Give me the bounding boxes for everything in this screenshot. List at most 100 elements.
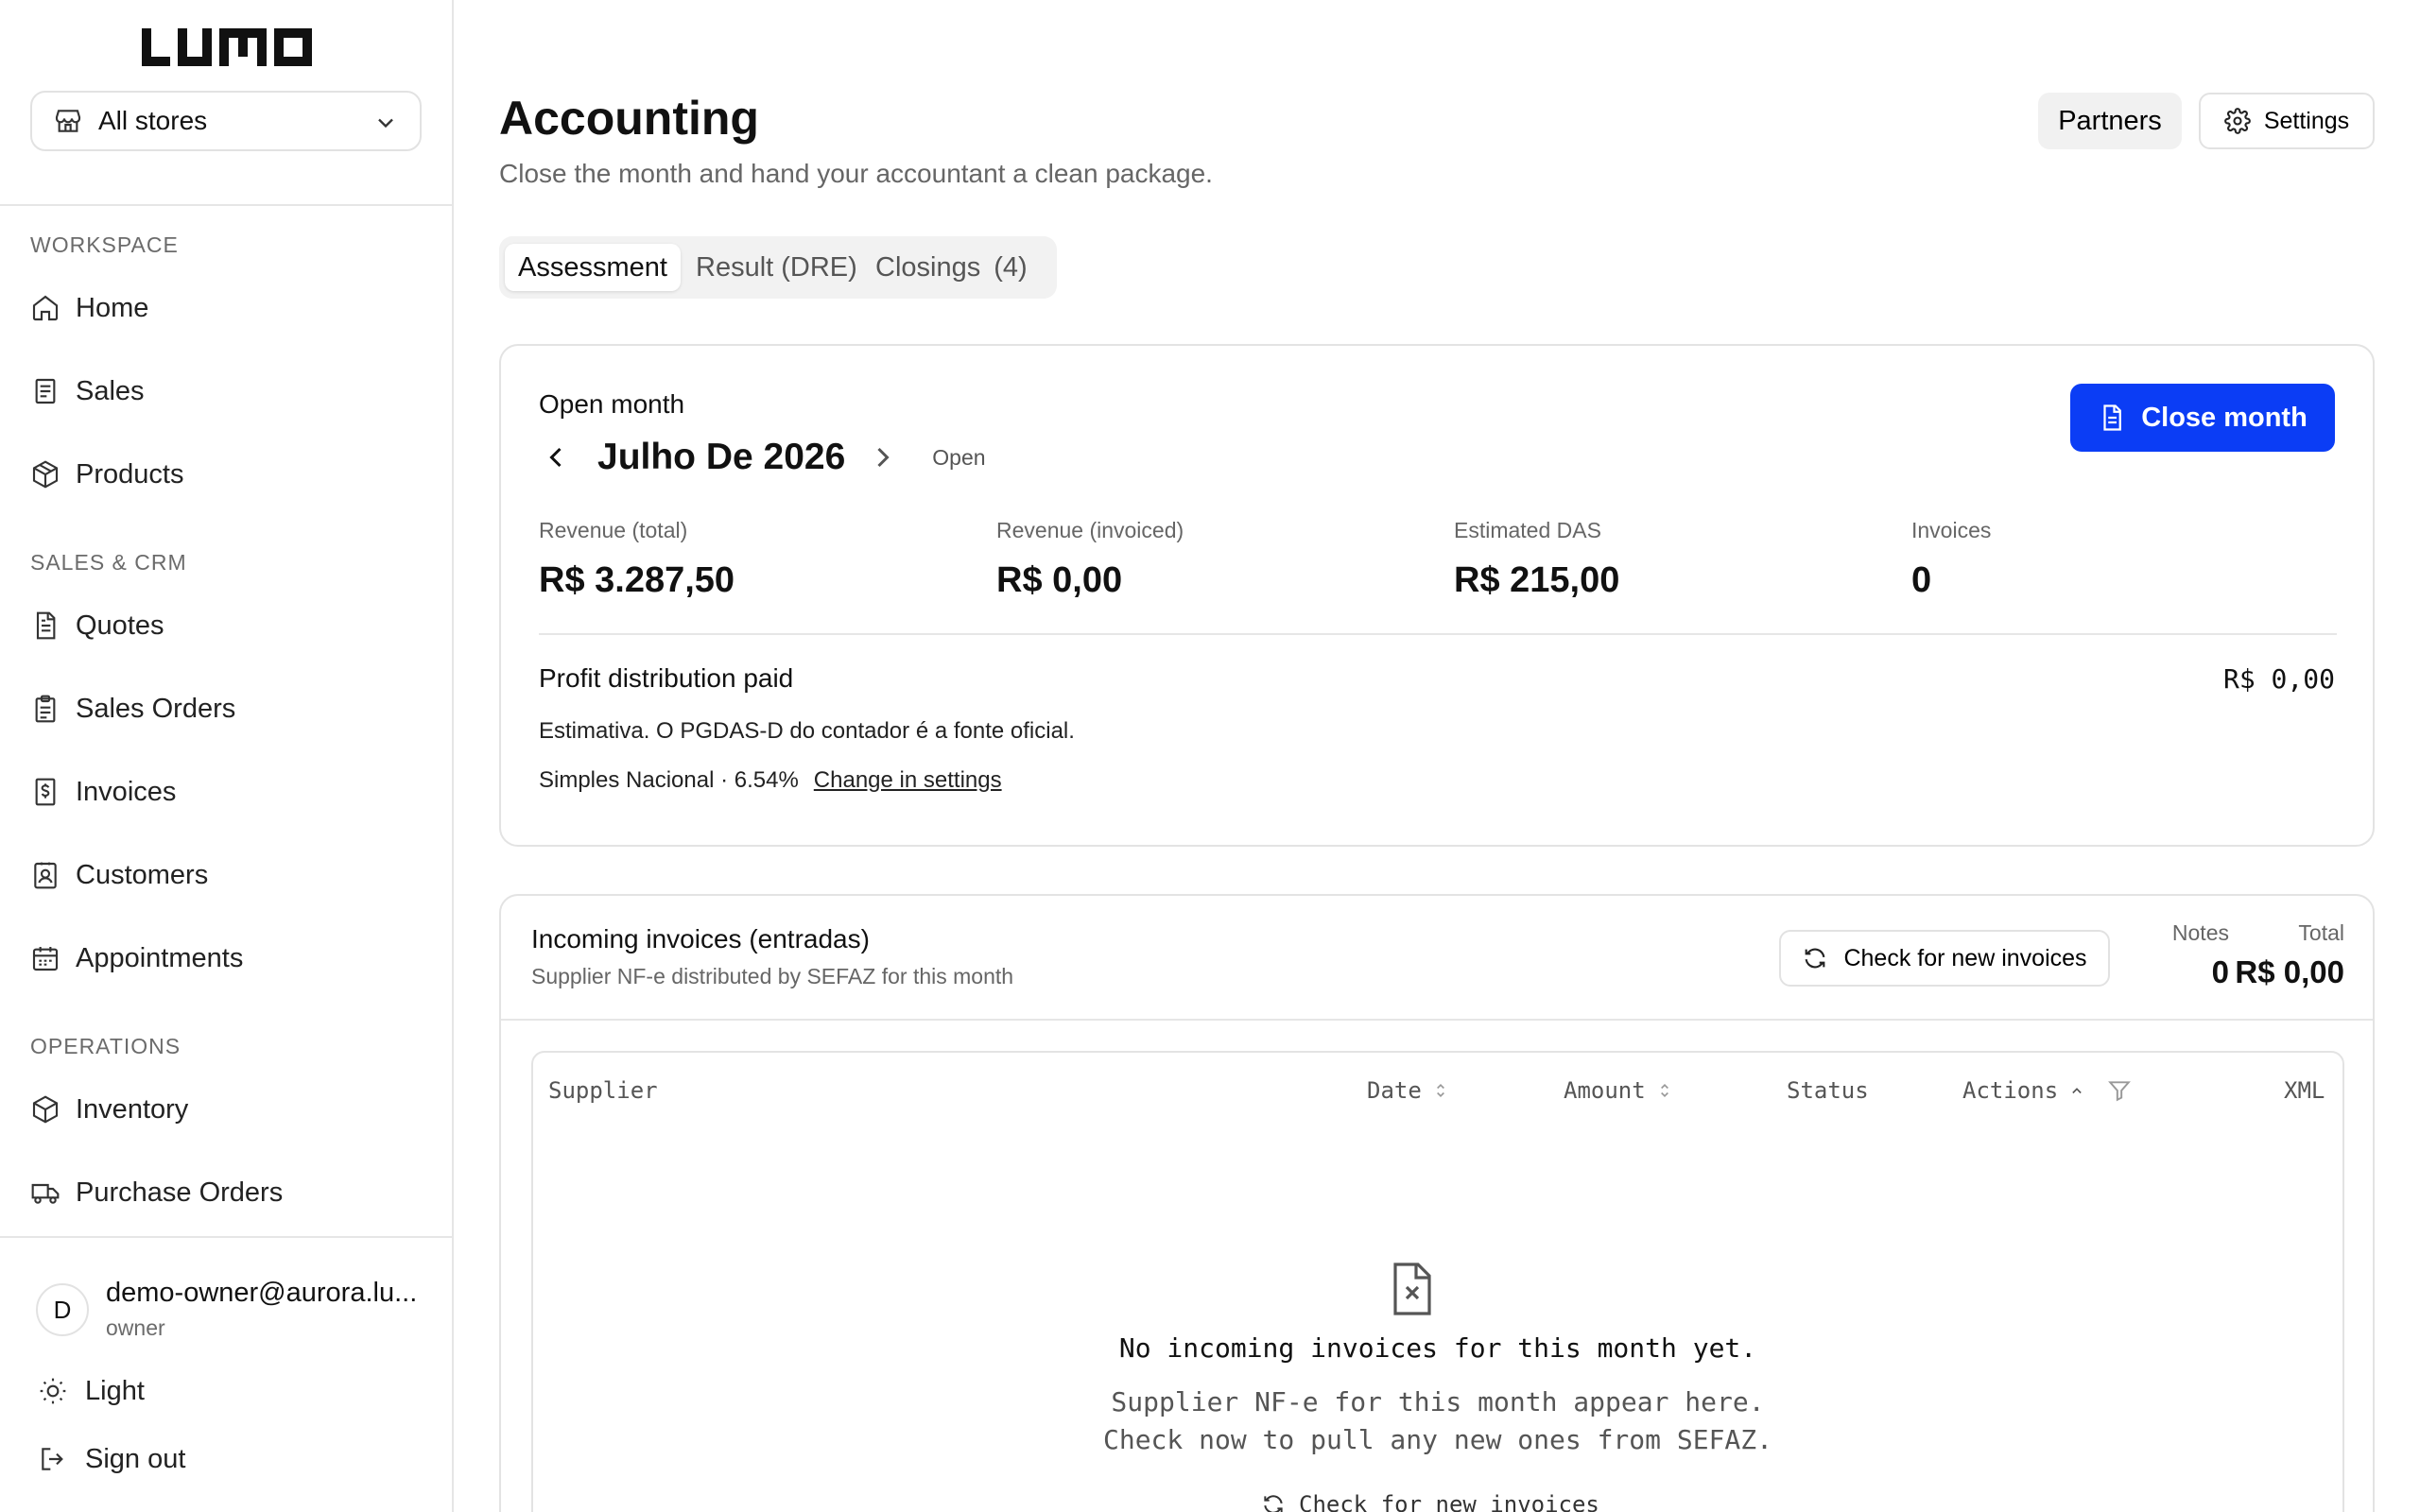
chevron-right-icon[interactable]: [866, 440, 900, 474]
partners-button[interactable]: Partners: [2038, 93, 2182, 149]
section-label-operations: OPERATIONS: [30, 1034, 182, 1058]
empty-state-title: No incoming invoices for this month yet.: [1118, 1332, 1757, 1364]
settings-button[interactable]: Settings: [2199, 93, 2375, 149]
close-month-label: Close month: [2141, 402, 2308, 433]
sidebar: All stores WORKSPACE Home Sales Products…: [0, 0, 454, 1512]
tab-closings-label: Closings: [875, 251, 981, 283]
theme-label: Light: [85, 1375, 145, 1406]
column-header-actions[interactable]: Actions: [1962, 1077, 2132, 1104]
metric-value: R$ 3.287,50: [539, 560, 735, 600]
column-label: Actions: [1962, 1077, 2059, 1104]
document-icon: [2103, 404, 2122, 431]
chevron-down-icon: [378, 118, 393, 129]
truck-icon: [31, 1183, 60, 1204]
sidebar-item-products[interactable]: Products: [30, 448, 418, 501]
sign-out-icon: [42, 1448, 63, 1470]
divider: [501, 1019, 2373, 1021]
refresh-icon: [1264, 1495, 1283, 1512]
sidebar-item-inventory[interactable]: Inventory: [30, 1083, 418, 1136]
metric-revenue-total: Revenue (total) R$ 3.287,50: [539, 518, 735, 601]
store-selector[interactable]: All stores: [30, 91, 422, 151]
column-header-amount[interactable]: Amount: [1564, 1077, 1674, 1104]
receipt-icon: [35, 378, 56, 404]
column-header-supplier[interactable]: Supplier: [548, 1077, 658, 1104]
user-profile[interactable]: D demo-owner@aurora.lu... owner: [36, 1278, 433, 1346]
settings-label: Settings: [2263, 107, 2350, 134]
tab-closings[interactable]: Closings (4): [875, 244, 1028, 291]
page-subtitle: Close the month and hand your accountant…: [499, 159, 1213, 188]
tab-assessment[interactable]: Assessment: [505, 244, 681, 291]
sign-out-button[interactable]: Sign out: [38, 1436, 185, 1482]
column-label: Amount: [1564, 1077, 1646, 1104]
empty-state-description: Supplier NF-e for this month appear here…: [533, 1383, 2342, 1459]
change-in-settings-link[interactable]: Change in settings: [814, 767, 1002, 794]
sidebar-item-appointments[interactable]: Appointments: [30, 932, 418, 985]
close-month-button[interactable]: Close month: [2070, 384, 2335, 452]
lumo-logo[interactable]: [140, 25, 314, 70]
sidebar-item-sales[interactable]: Sales: [30, 365, 418, 418]
box-icon: [32, 1095, 59, 1124]
user-email: demo-owner@aurora.lu...: [106, 1278, 418, 1308]
check-new-invoices-label: Check for new invoices: [1843, 944, 2087, 971]
notes-label: Notes: [2171, 920, 2229, 945]
metric-revenue-invoiced: Revenue (invoiced) R$ 0,00: [996, 518, 1184, 601]
metric-value: R$ 215,00: [1454, 560, 1620, 600]
sidebar-item-purchase-orders[interactable]: Purchase Orders: [30, 1166, 418, 1219]
section-label-workspace: WORKSPACE: [30, 232, 179, 257]
column-label: Supplier: [548, 1077, 658, 1104]
contact-icon: [34, 862, 57, 889]
tab-result-dre[interactable]: Result (DRE): [696, 244, 857, 291]
chevron-left-icon[interactable]: [539, 440, 573, 474]
theme-toggle[interactable]: Light: [38, 1368, 145, 1414]
tab-closings-count: (4): [994, 251, 1028, 283]
sidebar-item-customers[interactable]: Customers: [30, 849, 418, 902]
total-value: R$ 0,00: [2235, 954, 2344, 989]
column-label: XML: [2284, 1077, 2325, 1104]
filter-icon[interactable]: [2107, 1078, 2132, 1103]
metric-invoices: Invoices 0: [1911, 518, 1991, 601]
sidebar-divider: [0, 1236, 452, 1238]
total-label: Total: [2298, 920, 2344, 945]
home-icon: [32, 295, 59, 321]
sidebar-item-home[interactable]: Home: [30, 282, 418, 335]
incoming-invoices-title: Incoming invoices (entradas): [531, 924, 870, 954]
month-navigator: Julho De 2026 Open: [539, 433, 986, 482]
sidebar-item-quotes[interactable]: Quotes: [30, 599, 418, 652]
estimate-note: Estimativa. O PGDAS-D do contador é a fo…: [539, 718, 1075, 744]
store-icon: [55, 110, 81, 132]
metric-value: R$ 0,00: [996, 560, 1123, 600]
sidebar-item-label: Purchase Orders: [76, 1177, 284, 1208]
user-role: owner: [106, 1315, 165, 1340]
column-header-status[interactable]: Status: [1787, 1077, 1869, 1104]
page-title: Accounting: [499, 92, 759, 145]
metric-label: Estimated DAS: [1454, 518, 1601, 542]
divider: [539, 633, 2337, 635]
sidebar-item-label: Invoices: [76, 776, 177, 807]
metric-estimated-das: Estimated DAS R$ 215,00: [1454, 518, 1619, 601]
tax-regime: Simples Nacional · 6.54% Change in setti…: [539, 767, 1002, 794]
empty-state-check-label: Check for new invoices: [1299, 1491, 1599, 1512]
check-new-invoices-button[interactable]: Check for new invoices: [1779, 930, 2110, 987]
section-label-sales-crm: SALES & CRM: [30, 550, 187, 575]
dollar-receipt-icon: [35, 778, 56, 806]
metric-value: 0: [1911, 560, 1932, 600]
incoming-invoices-card: Incoming invoices (entradas) Supplier NF…: [499, 894, 2375, 1512]
sidebar-item-label: Appointments: [76, 942, 244, 973]
current-month: Julho De 2026: [597, 437, 846, 477]
open-month-card: Open month Julho De 2026 Open Close mont…: [499, 344, 2375, 847]
box-icon: [32, 460, 59, 489]
sign-out-label: Sign out: [85, 1443, 186, 1474]
sidebar-item-label: Sales Orders: [76, 693, 236, 724]
sidebar-item-sales-orders[interactable]: Sales Orders: [30, 682, 418, 735]
tax-regime-text: Simples Nacional · 6.54%: [539, 767, 799, 793]
incoming-invoices-table: Supplier Date Amount Status Actions XML …: [531, 1051, 2344, 1512]
empty-state-check-button[interactable]: Check for new invoices: [1261, 1491, 1599, 1512]
profit-distribution-label: Profit distribution paid: [539, 663, 794, 693]
column-header-xml[interactable]: XML: [2284, 1077, 2325, 1104]
refresh-icon: [1806, 948, 1825, 969]
store-selector-value: All stores: [98, 106, 208, 135]
sidebar-item-label: Customers: [76, 859, 209, 890]
file-x-icon: [1393, 1263, 1431, 1315]
column-header-date[interactable]: Date: [1367, 1077, 1450, 1104]
sidebar-item-invoices[interactable]: Invoices: [30, 765, 418, 818]
